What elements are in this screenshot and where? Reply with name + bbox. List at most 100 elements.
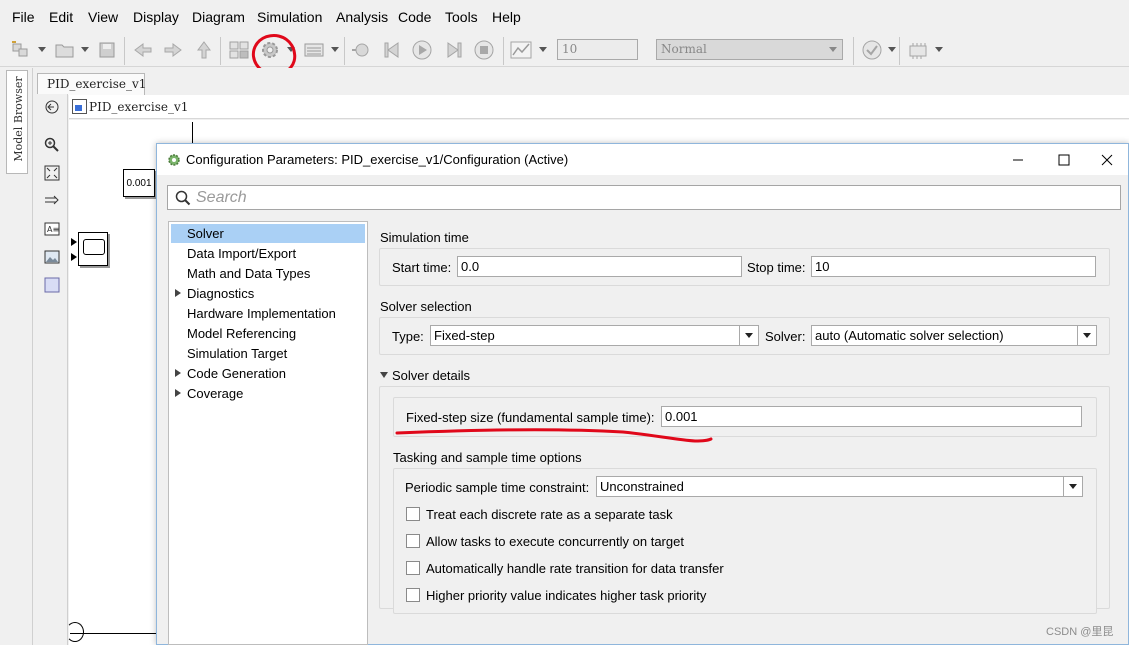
tree-item-label: Model Referencing xyxy=(187,326,297,341)
toolbar: 10 Normal xyxy=(0,33,1129,67)
tree-item-label: Math and Data Types xyxy=(187,266,311,281)
editor-tabstrip xyxy=(33,68,1129,94)
stop-time-input[interactable]: 10 xyxy=(557,39,638,60)
advisor-dropdown-icon[interactable] xyxy=(888,47,896,52)
build-dropdown-icon[interactable] xyxy=(935,47,943,52)
menu-analysis[interactable]: Analysis xyxy=(336,9,388,25)
configuration-parameters-dialog: Configuration Parameters: PID_exercise_v… xyxy=(156,143,1129,645)
model-browser-tab[interactable]: Model Browser xyxy=(6,70,28,174)
image-icon[interactable] xyxy=(44,249,60,265)
tree-item-math-and-data-types[interactable]: Math and Data Types xyxy=(169,264,367,283)
search-icon xyxy=(175,190,191,206)
annotation-icon[interactable]: A≡ xyxy=(44,221,60,237)
minimize-icon xyxy=(1013,159,1023,160)
menu-display[interactable]: Display xyxy=(133,9,179,25)
expand-arrow-icon[interactable] xyxy=(175,369,181,377)
close-icon xyxy=(1101,154,1113,165)
tasking-heading: Tasking and sample time options xyxy=(393,450,582,465)
search-input[interactable]: Search xyxy=(167,185,1121,210)
dialog-titlebar: Configuration Parameters: PID_exercise_v… xyxy=(157,144,1128,175)
tree-item-coverage[interactable]: Coverage xyxy=(169,384,367,403)
inspector-dropdown-icon[interactable] xyxy=(539,47,547,52)
checkbox-label: Higher priority value indicates higher t… xyxy=(426,588,707,603)
underline-annotation xyxy=(395,428,713,443)
checkbox-separate-task[interactable] xyxy=(406,507,420,521)
collapse-arrow-icon[interactable] xyxy=(380,372,388,378)
checkbox-concurrent-tasks[interactable] xyxy=(406,534,420,548)
chevron-down-icon[interactable] xyxy=(1077,326,1096,345)
minimize-button[interactable] xyxy=(995,144,1041,175)
menu-edit[interactable]: Edit xyxy=(49,9,73,25)
explorer-dropdown-icon[interactable] xyxy=(331,47,339,52)
open-icon[interactable] xyxy=(52,39,78,61)
solver-select[interactable]: auto (Automatic solver selection) xyxy=(811,325,1097,346)
checkbox-label: Allow tasks to execute concurrently on t… xyxy=(426,534,684,549)
fit-to-view-icon[interactable] xyxy=(44,165,60,181)
run-icon[interactable] xyxy=(409,39,435,61)
breadcrumb-model-link[interactable]: PID_exercise_v1 xyxy=(89,100,188,114)
tree-item-label: Hardware Implementation xyxy=(187,306,336,321)
up-icon[interactable] xyxy=(193,39,215,61)
model-advisor-icon[interactable] xyxy=(859,39,885,61)
signal-line xyxy=(70,633,160,634)
expand-arrow-icon[interactable] xyxy=(175,289,181,297)
simulation-mode-select[interactable]: Normal xyxy=(656,39,843,60)
arrow-right-icon[interactable] xyxy=(44,193,60,209)
menu-help[interactable]: Help xyxy=(492,9,521,25)
tree-item-solver[interactable]: Solver xyxy=(171,224,365,243)
start-time-input[interactable]: 0.0 xyxy=(457,256,742,277)
tree-item-code-generation[interactable]: Code Generation xyxy=(169,364,367,383)
open-dropdown-icon[interactable] xyxy=(81,47,89,52)
constant-block[interactable]: 0.001 xyxy=(123,169,155,197)
close-button[interactable] xyxy=(1084,144,1129,175)
dialog-title: Configuration Parameters: PID_exercise_v… xyxy=(186,152,569,167)
menu-file[interactable]: File xyxy=(12,9,35,25)
expand-arrow-icon[interactable] xyxy=(175,389,181,397)
solver-details-heading[interactable]: Solver details xyxy=(392,368,470,383)
zoom-icon[interactable] xyxy=(44,137,60,153)
data-inspector-icon[interactable] xyxy=(507,39,535,61)
solver-selection-heading: Solver selection xyxy=(380,299,472,314)
area-icon[interactable] xyxy=(44,277,60,293)
library-browser-icon[interactable] xyxy=(226,39,252,61)
model-explorer-icon[interactable] xyxy=(301,39,327,61)
menu-simulation[interactable]: Simulation xyxy=(257,9,322,25)
scope-input-port xyxy=(71,238,77,246)
menu-view[interactable]: View xyxy=(88,9,118,25)
chevron-down-icon[interactable] xyxy=(739,326,758,345)
step-back-icon[interactable] xyxy=(380,39,406,61)
sample-time-constraint-label: Periodic sample time constraint: xyxy=(405,480,590,495)
back-icon[interactable] xyxy=(131,39,155,61)
tree-item-hardware-implementation[interactable]: Hardware Implementation xyxy=(169,304,367,323)
solver-type-select[interactable]: Fixed-step xyxy=(430,325,759,346)
start-time-label: Start time: xyxy=(392,260,452,275)
menu-tools[interactable]: Tools xyxy=(445,9,478,25)
step-forward-icon[interactable] xyxy=(440,39,466,61)
forward-icon[interactable] xyxy=(161,39,185,61)
checkbox-label: Automatically handle rate transition for… xyxy=(426,561,724,576)
record-icon[interactable] xyxy=(348,39,374,61)
tab-model[interactable]: PID_exercise_v1 xyxy=(37,73,146,95)
tree-item-model-referencing[interactable]: Model Referencing xyxy=(169,324,367,343)
new-model-dropdown-icon[interactable] xyxy=(38,47,46,52)
hide-show-browser-icon[interactable] xyxy=(44,99,60,115)
fixed-step-size-input[interactable]: 0.001 xyxy=(661,406,1082,427)
chevron-down-icon[interactable] xyxy=(1063,477,1082,496)
scope-block[interactable] xyxy=(78,232,108,266)
checkbox-rate-transition[interactable] xyxy=(406,561,420,575)
stop-icon[interactable] xyxy=(471,39,497,61)
tree-item-diagnostics[interactable]: Diagnostics xyxy=(169,284,367,303)
menu-code[interactable]: Code xyxy=(398,9,431,25)
tree-item-data-import-export[interactable]: Data Import/Export xyxy=(169,244,367,263)
stop-time-field[interactable]: 10 xyxy=(811,256,1096,277)
build-icon[interactable] xyxy=(905,39,931,61)
sample-time-constraint-select[interactable]: Unconstrained xyxy=(596,476,1083,497)
new-model-icon[interactable] xyxy=(8,39,34,61)
tree-item-simulation-target[interactable]: Simulation Target xyxy=(169,344,367,363)
checkbox-priority[interactable] xyxy=(406,588,420,602)
maximize-button[interactable] xyxy=(1041,144,1087,175)
sum-block[interactable] xyxy=(66,622,84,642)
menu-diagram[interactable]: Diagram xyxy=(192,9,245,25)
save-icon[interactable] xyxy=(96,39,118,61)
tree-item-label: Data Import/Export xyxy=(187,246,297,261)
